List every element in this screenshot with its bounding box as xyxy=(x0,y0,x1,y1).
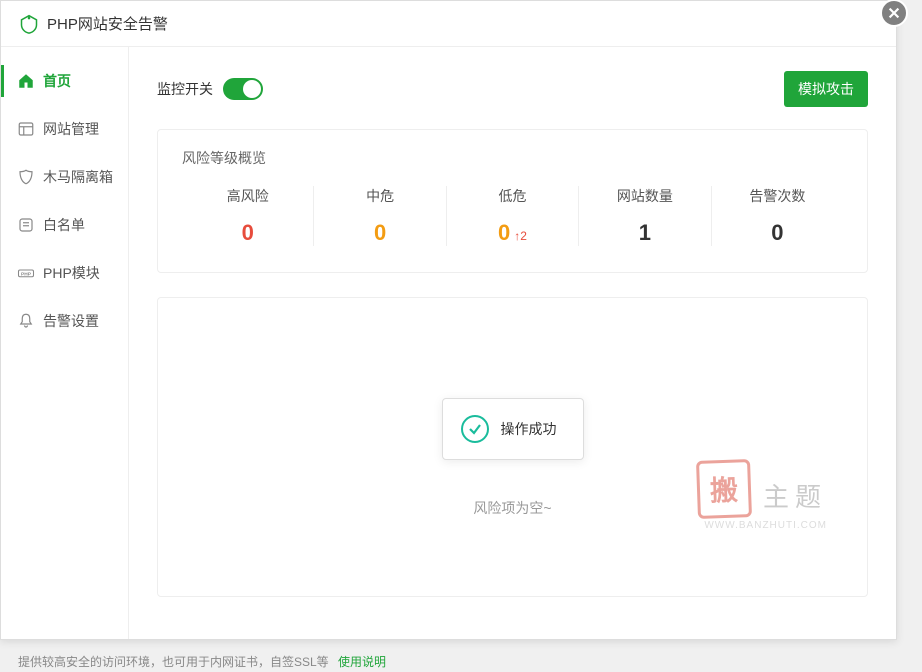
modal-window: PHP网站安全告警 首页 网站管理 xyxy=(0,0,897,640)
monitor-label: 监控开关 xyxy=(157,79,213,99)
stat-value: 0 xyxy=(182,220,313,246)
stat-low-risk: 低危 0 ↑2 xyxy=(447,186,579,246)
modal-header: PHP网站安全告警 xyxy=(1,1,896,47)
stat-site-count: 网站数量 1 xyxy=(579,186,711,246)
footer: 提供较高安全的访问环境，也可用于内网证书，自签SSL等 使用说明 xyxy=(18,653,386,670)
bell-icon xyxy=(17,312,35,330)
stat-value: 0 xyxy=(314,220,445,246)
shield-icon xyxy=(17,168,35,186)
sidebar-item-label: 网站管理 xyxy=(43,119,99,139)
svg-text:PHP: PHP xyxy=(21,271,32,277)
stat-label: 中危 xyxy=(314,186,445,206)
empty-state-text: 风险项为空~ xyxy=(473,498,551,518)
list-icon xyxy=(17,216,35,234)
toast-message: 操作成功 xyxy=(501,419,557,439)
home-icon xyxy=(17,72,35,90)
stat-alert-count: 告警次数 0 xyxy=(712,186,843,246)
monitor-switch-group: 监控开关 xyxy=(157,78,263,100)
stat-label: 高风险 xyxy=(182,186,313,206)
stat-label: 告警次数 xyxy=(712,186,843,206)
stat-high-risk: 高风险 0 xyxy=(182,186,314,246)
sidebar-item-label: 白名单 xyxy=(43,215,85,235)
sidebar-item-label: 告警设置 xyxy=(43,311,99,331)
shield-alert-icon xyxy=(19,14,39,34)
close-icon xyxy=(887,6,901,20)
watermark-url: WWW.BANZHUTI.COM xyxy=(697,520,827,531)
simulate-attack-button[interactable]: 模拟攻击 xyxy=(784,71,868,107)
main-content: 监控开关 模拟攻击 风险等级概览 高风险 0 中危 0 xyxy=(129,47,896,639)
stat-label: 网站数量 xyxy=(579,186,710,206)
sidebar-item-site-manage[interactable]: 网站管理 xyxy=(1,105,128,153)
sidebar-item-home[interactable]: 首页 xyxy=(1,57,128,105)
stats-title: 风险等级概览 xyxy=(182,148,843,168)
stat-value: 0 xyxy=(712,220,843,246)
success-toast: 操作成功 xyxy=(442,398,584,460)
modal-body: 首页 网站管理 木马隔离箱 xyxy=(1,47,896,639)
stat-value: 1 xyxy=(579,220,710,246)
footer-text: 提供较高安全的访问环境，也可用于内网证书，自签SSL等 xyxy=(18,655,329,669)
modal-title: PHP网站安全告警 xyxy=(47,13,168,34)
sidebar-item-label: 木马隔离箱 xyxy=(43,167,113,187)
top-controls: 监控开关 模拟攻击 xyxy=(157,71,868,107)
stat-change: ↑2 xyxy=(514,229,527,243)
sidebar: 首页 网站管理 木马隔离箱 xyxy=(1,47,129,639)
stats-grid: 高风险 0 中危 0 低危 0 ↑2 网站数量 xyxy=(182,186,843,246)
sidebar-item-label: PHP模块 xyxy=(43,263,100,283)
check-circle-icon xyxy=(461,415,489,443)
sidebar-item-label: 首页 xyxy=(43,71,71,91)
stat-medium-risk: 中危 0 xyxy=(314,186,446,246)
footer-link[interactable]: 使用说明 xyxy=(338,655,386,669)
watermark-text: 主题 xyxy=(763,477,827,514)
monitor-toggle[interactable] xyxy=(223,78,263,100)
php-icon: PHP xyxy=(17,264,35,282)
stat-value: 0 xyxy=(498,220,510,245)
risk-overview-card: 风险等级概览 高风险 0 中危 0 低危 0 ↑2 xyxy=(157,129,868,273)
sidebar-item-whitelist[interactable]: 白名单 xyxy=(1,201,128,249)
grid-icon xyxy=(17,120,35,138)
watermark-seal: 搬 xyxy=(696,459,752,519)
sidebar-item-quarantine[interactable]: 木马隔离箱 xyxy=(1,153,128,201)
sidebar-item-alert-settings[interactable]: 告警设置 xyxy=(1,297,128,345)
watermark: 搬 主题 WWW.BANZHUTI.COM xyxy=(697,460,827,531)
close-button[interactable] xyxy=(880,0,908,27)
stat-label: 低危 xyxy=(447,186,578,206)
sidebar-item-php-module[interactable]: PHP PHP模块 xyxy=(1,249,128,297)
risk-list-card: 操作成功 风险项为空~ 搬 主题 WWW.BANZHUTI.COM xyxy=(157,297,868,597)
